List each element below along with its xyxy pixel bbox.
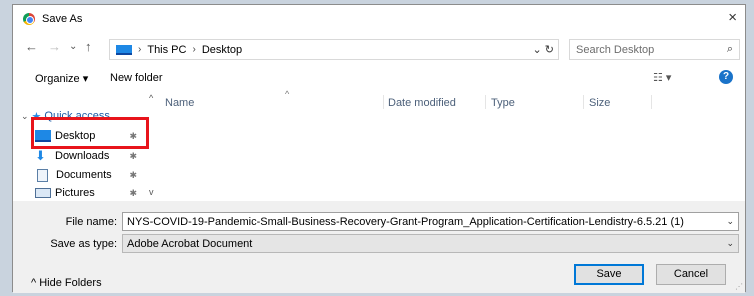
sidebar-item-documents[interactable]: Documents ✱ [35,166,143,184]
organize-button[interactable]: Organize ▾ [35,72,88,85]
chevron-down-icon[interactable]: ⌄ [726,216,734,227]
this-pc-icon [116,44,132,55]
save-as-dialog: Save As × ← → ⌄ ↑ › This PC › Desktop ⌄ … [12,4,746,293]
cancel-button[interactable]: Cancel [656,264,726,285]
breadcrumb-this-pc[interactable]: This PC [147,44,186,56]
pin-icon: ✱ [129,150,137,161]
save-as-type-select[interactable]: Adobe Acrobat Document ⌄ [122,234,739,253]
sidebar-item-label: Downloads [55,150,110,162]
file-list: ^ Name Date modified Type Size [155,89,737,199]
chevron-right-icon: › [138,44,142,55]
back-arrow-icon[interactable]: ← [25,40,38,53]
toolbar: Organize ▾ New folder ☷ ▾ ? [13,65,745,89]
new-folder-button[interactable]: New folder [110,72,163,84]
column-divider[interactable] [383,95,384,109]
close-icon[interactable]: × [728,10,737,25]
title-bar: Save As × [13,5,745,33]
scroll-down-icon[interactable]: v [149,187,154,197]
column-header-size[interactable]: Size [589,97,610,109]
pin-icon: ✱ [129,187,137,198]
column-divider[interactable] [485,95,486,109]
download-icon: ⬇ [35,148,46,163]
dialog-title: Save As [42,13,83,25]
search-icon[interactable]: ⌕ [727,43,733,56]
chevron-down-icon: ⌄ [21,110,29,121]
save-as-type-value: Adobe Acrobat Document [127,238,253,250]
pictures-icon [35,188,51,198]
search-input[interactable]: Search Desktop ⌕ [569,39,740,60]
column-header-date-modified[interactable]: Date modified [388,97,456,109]
view-options-icon[interactable]: ☷ ▾ [653,71,671,84]
column-header-type[interactable]: Type [491,97,515,109]
chevron-down-icon: ⌄ [726,238,734,248]
documents-icon [37,168,48,182]
file-name-label: File name: [65,216,117,228]
search-placeholder: Search Desktop [576,44,655,56]
help-icon[interactable]: ? [719,70,733,84]
chevron-right-icon: › [192,44,196,55]
scroll-up-icon[interactable]: ^ [149,93,153,103]
save-as-type-label: Save as type: [50,238,117,250]
chrome-icon [23,13,35,25]
resize-grip-icon[interactable]: ⋰ [735,282,743,291]
sidebar-item-label: Pictures [55,187,95,199]
refresh-icon[interactable]: ⌄ ↻ [533,43,555,56]
sidebar-item-pictures[interactable]: Pictures ✱ [35,184,143,202]
breadcrumb-desktop[interactable]: Desktop [202,44,242,56]
forward-arrow-icon[interactable]: → [48,40,61,53]
desktop-highlight-box [31,117,149,149]
column-divider[interactable] [651,95,652,109]
file-name-input[interactable]: NYS-COVID-19-Pandemic-Small-Business-Rec… [122,212,739,231]
column-header-name[interactable]: Name [165,97,194,109]
hide-folders-button[interactable]: ^ Hide Folders [31,277,102,289]
save-options-panel: File name: NYS-COVID-19-Pandemic-Small-B… [13,201,745,293]
column-divider[interactable] [583,95,584,109]
sidebar-item-downloads[interactable]: ⬇ Downloads ✱ [35,147,143,165]
up-arrow-icon[interactable]: ↑ [85,40,92,53]
pin-icon: ✱ [129,169,137,180]
file-name-value: NYS-COVID-19-Pandemic-Small-Business-Rec… [127,216,684,228]
sort-indicator-icon: ^ [285,89,290,99]
save-button[interactable]: Save [574,264,644,285]
navigation-bar: ← → ⌄ ↑ › This PC › Desktop ⌄ ↻ Search D… [13,36,745,62]
address-bar[interactable]: › This PC › Desktop ⌄ ↻ [109,39,559,60]
sidebar-item-label: Documents [56,169,112,181]
recent-locations-icon[interactable]: ⌄ [69,42,77,52]
